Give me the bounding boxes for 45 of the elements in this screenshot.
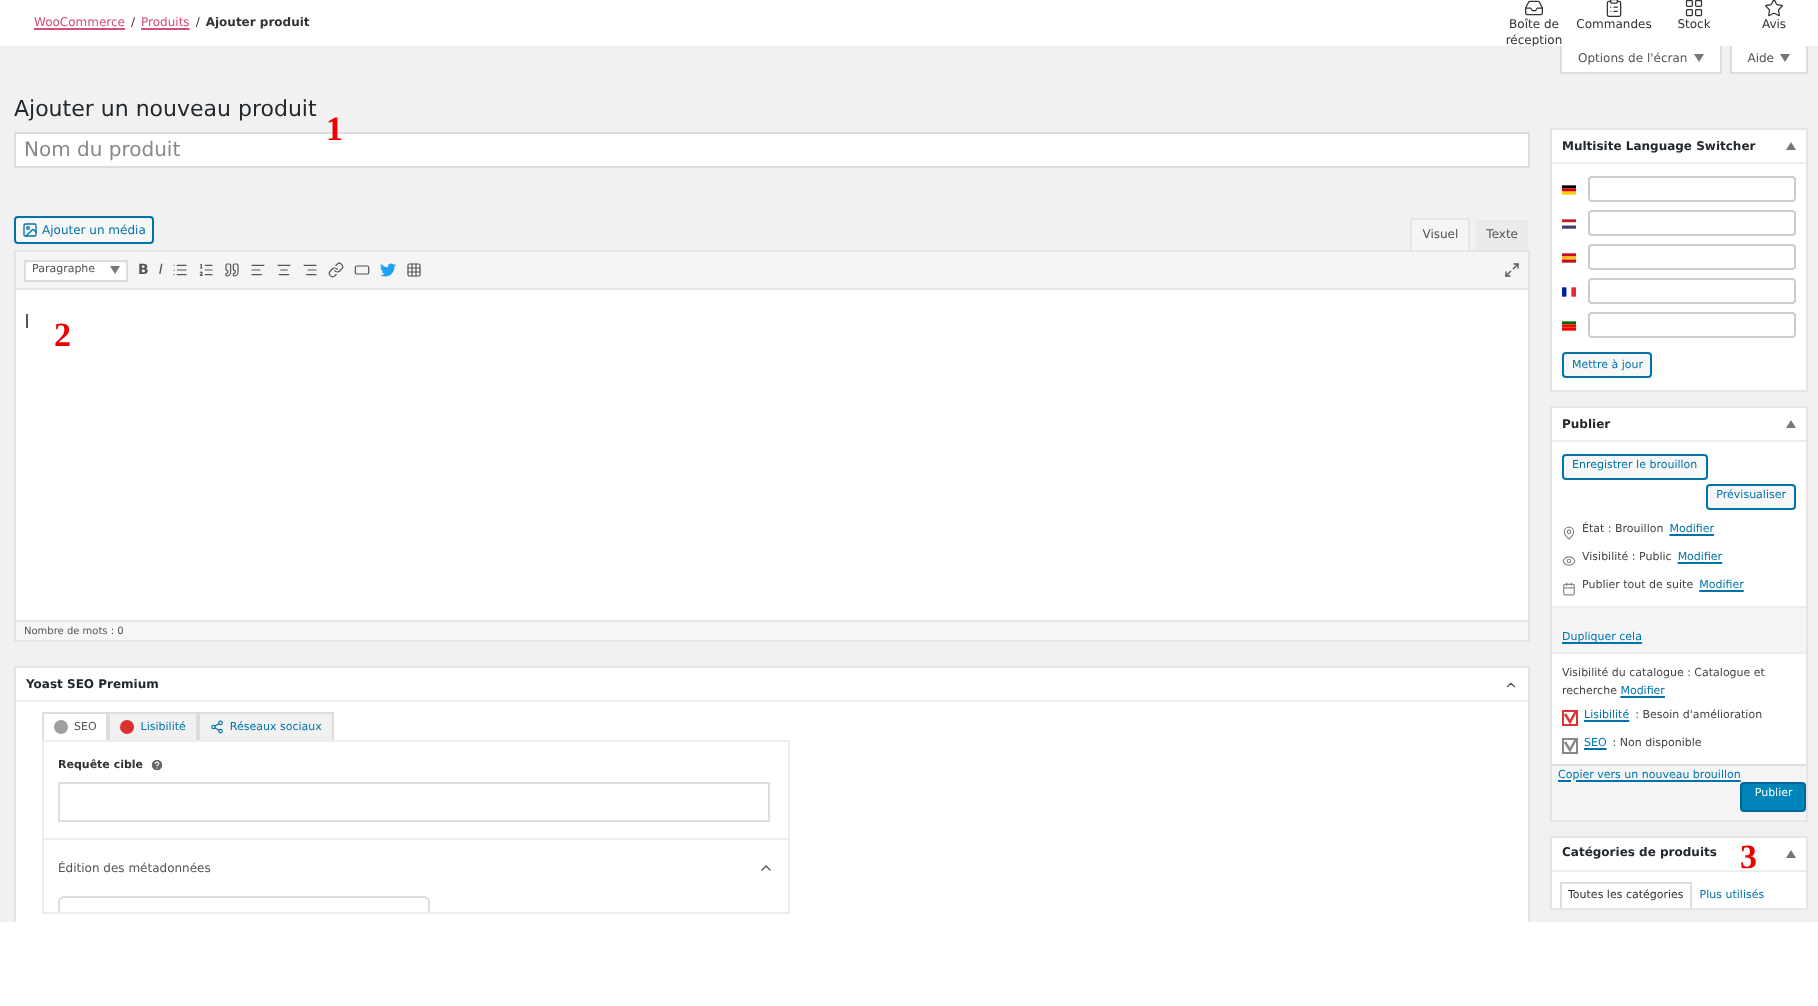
translation-field[interactable] — [1588, 312, 1796, 338]
flag-icon — [1562, 285, 1576, 297]
link-icon[interactable] — [328, 262, 345, 278]
star-icon — [1764, 0, 1784, 18]
grid-icon — [1684, 0, 1704, 18]
share-icon — [209, 720, 224, 734]
align-right-icon[interactable] — [302, 262, 319, 278]
align-left-icon[interactable] — [250, 262, 267, 278]
media-icon — [22, 222, 38, 238]
flag-icon — [1562, 183, 1576, 195]
translation-field[interactable] — [1588, 244, 1796, 270]
pin-icon — [1562, 525, 1576, 539]
flag-icon — [1562, 251, 1576, 263]
collapse-icon[interactable] — [1786, 420, 1796, 428]
fullscreen-icon[interactable] — [1504, 262, 1520, 278]
yoast-score-icon — [1562, 737, 1578, 754]
numbered-list-icon[interactable] — [198, 262, 215, 278]
annotation-number: 3 — [1740, 840, 1757, 874]
collapse-icon[interactable] — [1786, 142, 1796, 150]
flag-icon — [1562, 217, 1576, 229]
focus-keyword-field[interactable] — [58, 782, 770, 822]
clipboard-icon — [1604, 0, 1624, 18]
caret-icon — [1693, 54, 1704, 62]
align-center-icon[interactable] — [276, 262, 293, 278]
collapse-icon[interactable] — [1504, 677, 1518, 691]
translation-field[interactable] — [1588, 210, 1796, 236]
inbox-icon — [1524, 0, 1544, 18]
caret-icon — [1780, 54, 1790, 62]
translation-field[interactable] — [1588, 278, 1796, 304]
collapse-icon[interactable] — [758, 860, 774, 876]
bird-icon[interactable] — [380, 262, 397, 278]
yoast-score-icon — [1562, 709, 1578, 726]
caret-icon — [110, 266, 120, 274]
bullet-list-icon[interactable] — [172, 262, 189, 278]
help-icon[interactable] — [149, 758, 164, 772]
flag-icon — [1562, 319, 1576, 331]
quote-icon[interactable] — [224, 262, 241, 278]
read-more-icon[interactable] — [354, 262, 371, 278]
annotation-number: 2 — [54, 318, 71, 352]
translation-field[interactable] — [1588, 176, 1796, 202]
page-title: Ajouter un nouveau produit — [14, 96, 319, 122]
calendar-icon — [1562, 581, 1576, 595]
toolbar-toggle-icon[interactable] — [406, 262, 423, 278]
eye-icon — [1562, 553, 1576, 567]
collapse-icon[interactable] — [1786, 849, 1796, 858]
